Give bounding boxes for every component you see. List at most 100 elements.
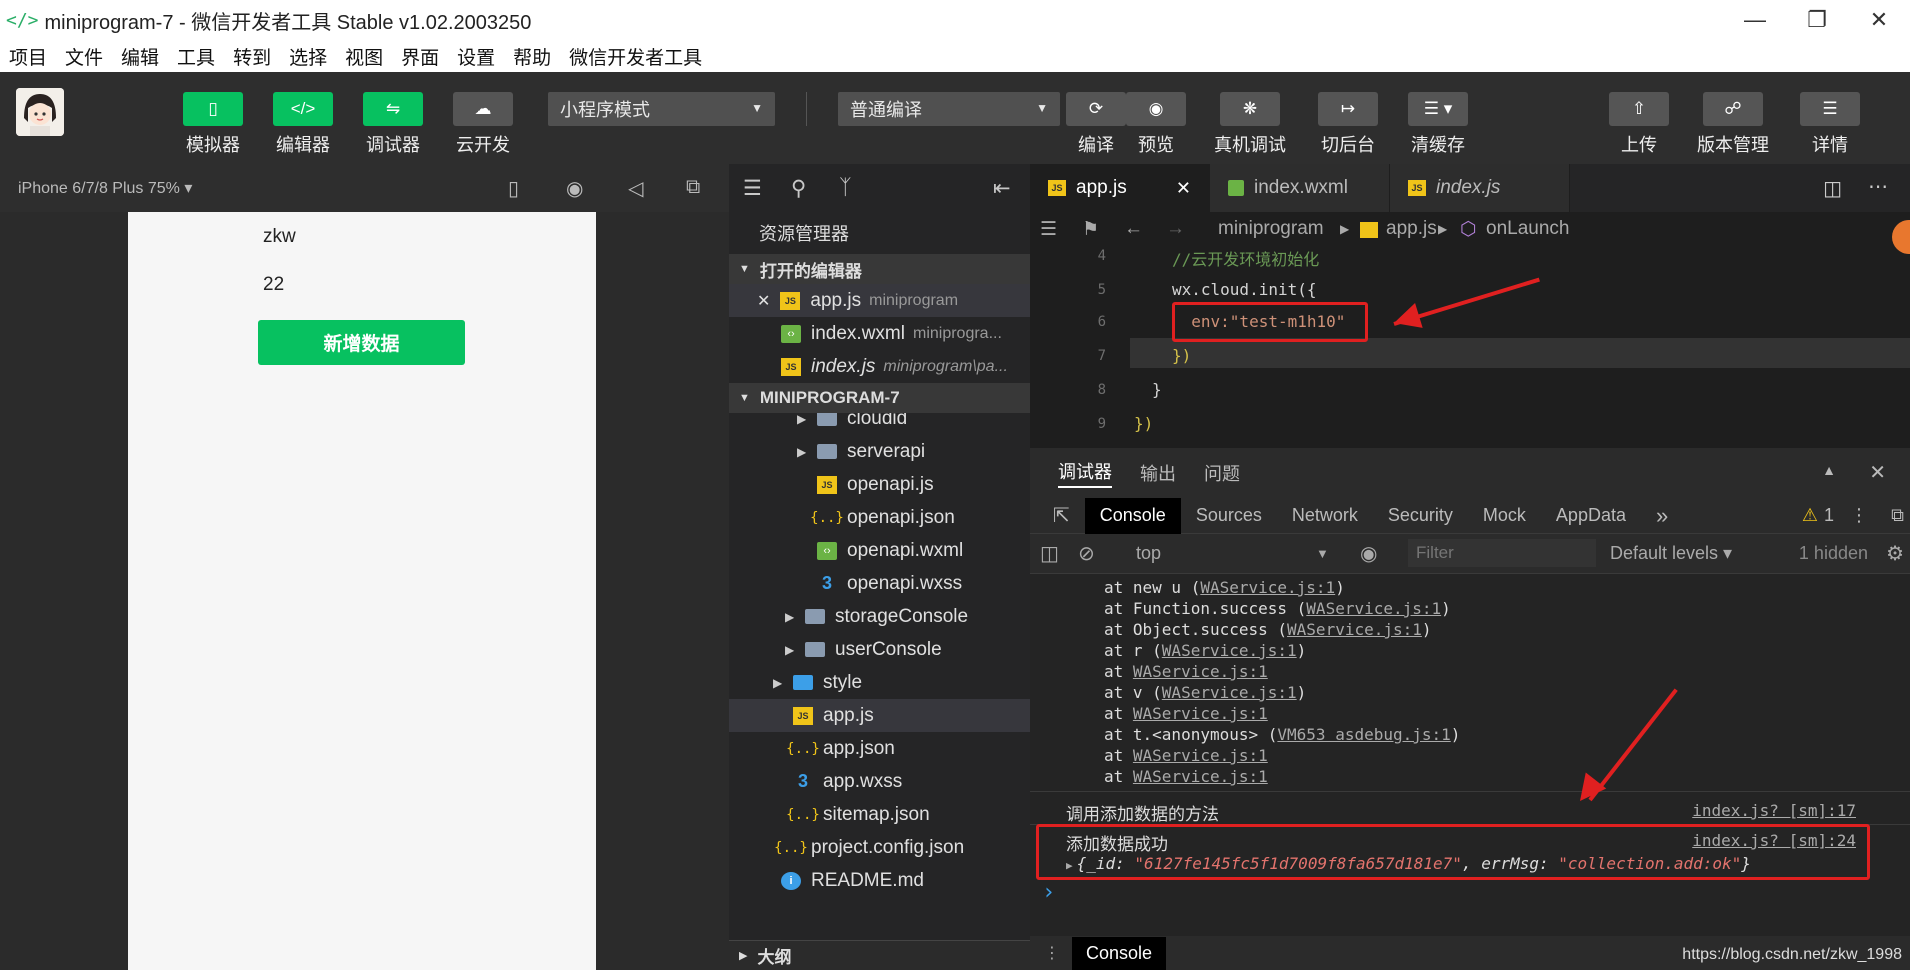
clear-cache-button[interactable]: ☰ ▾ 清缓存	[1408, 92, 1468, 157]
close-icon[interactable]: ✕	[1176, 178, 1191, 199]
tree-item[interactable]: 3 openapi.wxss	[729, 567, 1030, 600]
git-branch-icon[interactable]: ᛉ	[839, 176, 852, 200]
compile-button[interactable]: ⟳ 编译	[1066, 92, 1126, 157]
minimize-icon[interactable]: —	[1724, 0, 1786, 40]
mode-select[interactable]: 小程序模式 ▼	[548, 92, 775, 126]
tab-appdata[interactable]: AppData	[1541, 498, 1641, 534]
more-icon[interactable]: ⋯	[1868, 174, 1888, 199]
source-link[interactable]: WAService.js:1	[1162, 641, 1297, 660]
menu-item-devtools[interactable]: 微信开发者工具	[560, 43, 711, 70]
split-editor-icon[interactable]: ◫	[1823, 176, 1842, 201]
close-icon[interactable]: ✕	[757, 291, 770, 311]
tree-item[interactable]: ▶ serverapi	[729, 435, 1030, 468]
tab-mock[interactable]: Mock	[1468, 498, 1541, 534]
tree-item[interactable]: {..} sitemap.json	[729, 798, 1030, 831]
source-link[interactable]: WAService.js:1	[1200, 578, 1335, 597]
open-editor-item[interactable]: JS index.js miniprogram\pa...	[729, 350, 1030, 383]
source-link[interactable]: index.js? [sm]:17	[1692, 801, 1856, 820]
phone-icon[interactable]: ▯	[508, 176, 519, 201]
list-icon[interactable]: ☰	[1040, 218, 1057, 241]
menu-item-file[interactable]: 文件	[56, 43, 112, 70]
source-link[interactable]: WAService.js:1	[1133, 704, 1268, 723]
debugger-button[interactable]: ⇋ 调试器	[363, 92, 423, 157]
forward-arrow-icon[interactable]: →	[1166, 218, 1185, 240]
dock-icon[interactable]: ⧉	[1891, 505, 1904, 526]
restore-icon[interactable]: ❐	[1786, 0, 1848, 40]
chevron-up-icon[interactable]: ▲	[1822, 462, 1836, 478]
tree-item[interactable]: JS openapi.js	[729, 468, 1030, 501]
tab-app-js[interactable]: JS app.js ✕	[1030, 164, 1210, 212]
tree-item[interactable]: {..} openapi.json	[729, 501, 1030, 534]
close-icon[interactable]: ✕	[1869, 460, 1886, 485]
outline-section[interactable]: ▶ 大纲	[729, 940, 1030, 970]
tab-index-js[interactable]: JS index.js	[1390, 164, 1570, 212]
clear-console-icon[interactable]: ⊘	[1078, 541, 1095, 566]
console-prompt[interactable]: ›	[1042, 880, 1055, 905]
open-editors-section[interactable]: ▼ 打开的编辑器	[729, 254, 1030, 284]
source-link[interactable]: WAService.js:1	[1133, 767, 1268, 786]
details-button[interactable]: ☰ 详情	[1800, 92, 1860, 157]
drawer-tab-console[interactable]: Console	[1072, 936, 1167, 970]
open-editor-item[interactable]: ‹› index.wxml miniprogra...	[729, 317, 1030, 350]
record-icon[interactable]: ◉	[566, 176, 583, 201]
close-icon[interactable]: ✕	[1848, 0, 1910, 40]
breadcrumb-symbol[interactable]: onLaunch	[1486, 218, 1569, 240]
upload-button[interactable]: ⇧ 上传	[1609, 92, 1669, 157]
tab-console[interactable]: Console	[1084, 497, 1181, 534]
device-select[interactable]: iPhone 6/7/8 Plus 75% ▾	[18, 178, 192, 198]
menu-item-tools[interactable]: 工具	[168, 43, 224, 70]
menu-item-goto[interactable]: 转到	[224, 43, 280, 70]
preview-button[interactable]: ◉ 预览	[1126, 92, 1186, 157]
warning-count[interactable]: 1	[1824, 505, 1834, 526]
tree-item[interactable]: ▶ userConsole	[729, 633, 1030, 666]
source-link[interactable]: WAService.js:1	[1133, 662, 1268, 681]
background-button[interactable]: ↦ 切后台	[1318, 92, 1378, 157]
menu-item-edit[interactable]: 编辑	[112, 43, 168, 70]
tab-sources[interactable]: Sources	[1181, 498, 1277, 534]
tree-item[interactable]: i README.md	[729, 864, 1030, 897]
tree-item-clipped[interactable]: ▶ cloudid	[729, 413, 1030, 435]
editor-button[interactable]: </> 编辑器	[273, 92, 333, 157]
more-tabs-icon[interactable]: »	[1641, 498, 1683, 534]
tree-item[interactable]: 3 app.wxss	[729, 765, 1030, 798]
tree-item[interactable]: ‹› openapi.wxml	[729, 534, 1030, 567]
inspect-icon[interactable]: ⇱	[1038, 498, 1085, 534]
cloud-button[interactable]: ☁ 云开发	[453, 92, 513, 157]
menu-item-select[interactable]: 选择	[280, 43, 336, 70]
tree-item[interactable]: {..} app.json	[729, 732, 1030, 765]
breadcrumb-folder[interactable]: miniprogram	[1218, 218, 1324, 240]
search-icon[interactable]: ⚲	[791, 176, 806, 201]
tab-problems[interactable]: 问题	[1204, 460, 1240, 486]
source-link[interactable]: WAService.js:1	[1306, 599, 1441, 618]
kebab-menu-icon[interactable]: ⋮	[1044, 943, 1060, 963]
sidebar-toggle-icon[interactable]: ◫	[1040, 541, 1059, 566]
code-area[interactable]: 4 //云开发环境初始化 5 wx.cloud.init({ 6 env:"te…	[1030, 246, 1910, 448]
open-editor-item[interactable]: ✕ JS app.js miniprogram	[729, 284, 1030, 317]
popout-icon[interactable]: ⧉	[686, 176, 700, 199]
simulator-button[interactable]: ▯ 模拟器	[183, 92, 243, 157]
source-link[interactable]: WAService.js:1	[1133, 746, 1268, 765]
menu-item-view[interactable]: 视图	[336, 43, 392, 70]
source-link[interactable]: VM653 asdebug.js:1	[1277, 725, 1450, 744]
tab-debugger[interactable]: 调试器	[1058, 458, 1112, 488]
tab-security[interactable]: Security	[1373, 498, 1468, 534]
volume-icon[interactable]: ◁	[628, 176, 643, 201]
context-select[interactable]: top	[1136, 543, 1161, 564]
source-link[interactable]: WAService.js:1	[1162, 683, 1297, 702]
compile-mode-select[interactable]: 普通编译 ▼	[838, 92, 1060, 126]
bookmark-icon[interactable]: ⚑	[1082, 218, 1099, 241]
source-link[interactable]: WAService.js:1	[1287, 620, 1422, 639]
add-data-button[interactable]: 新增数据	[258, 320, 465, 365]
tab-network[interactable]: Network	[1277, 498, 1373, 534]
menu-item-settings[interactable]: 设置	[448, 43, 504, 70]
back-arrow-icon[interactable]: ←	[1124, 218, 1143, 240]
log-levels-select[interactable]: Default levels ▾	[1610, 543, 1732, 564]
tree-item[interactable]: ▶ style	[729, 666, 1030, 699]
tab-output[interactable]: 输出	[1140, 460, 1176, 486]
kebab-menu-icon[interactable]: ⋮	[1850, 505, 1868, 526]
list-icon[interactable]: ☰	[743, 176, 762, 201]
avatar[interactable]	[16, 88, 64, 136]
tree-item[interactable]: {..} project.config.json	[729, 831, 1030, 864]
version-button[interactable]: ☍ 版本管理	[1697, 92, 1769, 157]
project-section[interactable]: ▼ MINIPROGRAM-7	[729, 383, 1030, 413]
